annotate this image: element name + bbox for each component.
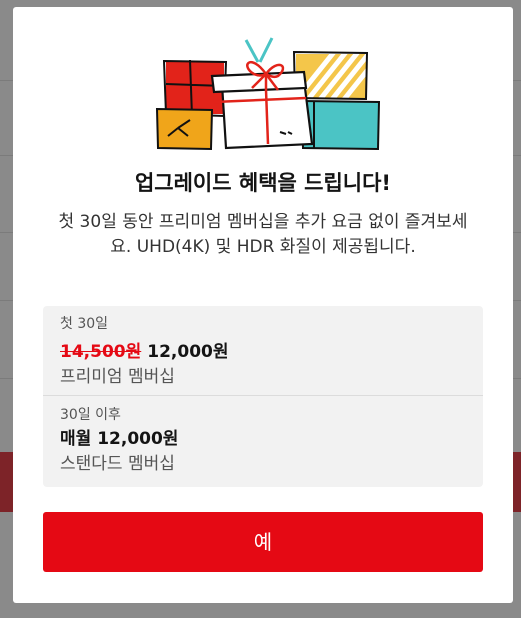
modal-title: 업그레이드 혜택을 드립니다!	[134, 171, 392, 195]
confirm-button[interactable]: 예	[43, 512, 483, 572]
after-period-label: 30일 이후	[60, 407, 121, 423]
new-price: 12,000원	[147, 342, 229, 362]
upgrade-modal: 업그레이드 혜택을 드립니다! 첫 30일 동안 프리미엄 멤버십을 추가 요금…	[13, 7, 513, 603]
first-period-label: 첫 30일	[60, 316, 109, 332]
first-period-plan: 프리미엄 멤버십	[60, 367, 175, 387]
after-period-section: 30일 이후 매월 12,000원 스탠다드 멤버십	[60, 406, 470, 476]
plan-divider	[43, 395, 483, 396]
after-period-plan: 스탠다드 멤버십	[60, 454, 175, 474]
plan-comparison-box: 첫 30일 14,500원 12,000원 프리미엄 멤버십 30일 이후 매월 …	[43, 306, 483, 487]
after-period-price: 매월 12,000원	[60, 429, 179, 449]
background-edge-text	[0, 328, 12, 382]
first-period-price: 14,500원 12,000원	[60, 339, 470, 365]
old-price: 14,500원	[60, 342, 142, 362]
modal-description: 첫 30일 동안 프리미엄 멤버십을 추가 요금 없이 즐겨보세요. UHD(4…	[58, 212, 468, 257]
first-period-section: 첫 30일 14,500원 12,000원 프리미엄 멤버십	[60, 315, 470, 389]
background-edge-text	[0, 262, 12, 286]
gift-boxes-illustration	[155, 37, 381, 151]
